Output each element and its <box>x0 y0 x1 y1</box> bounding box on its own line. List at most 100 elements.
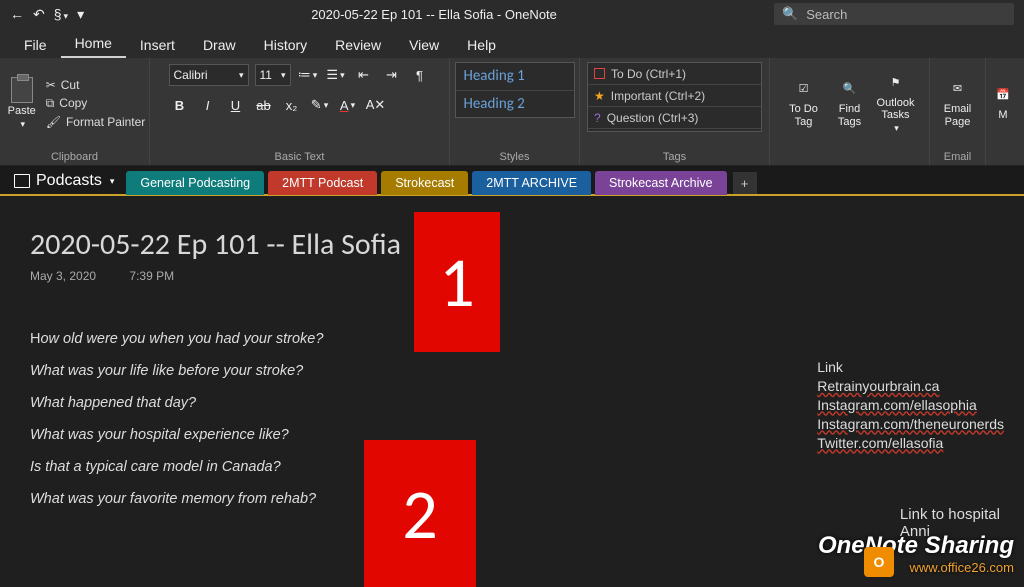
email-page-button[interactable]: ✉Email Page <box>935 62 981 144</box>
tag-todo[interactable]: To Do (Ctrl+1) <box>588 63 761 85</box>
paste-button[interactable]: Paste ▾ <box>4 62 40 144</box>
menu-file[interactable]: File <box>10 32 61 58</box>
outlook-tasks-button[interactable]: ⚑Outlook Tasks▾ <box>873 62 919 144</box>
title-bar: ← ↶ §▾ ▾ 2020-05-22 Ep 101 -- Ella Sofia… <box>0 0 1024 28</box>
group-basic-text: Calibri▾ 11▾ ≔▾ ☰▾ ⇤ ⇥ ¶ B I U ab x₂ ✎▾ … <box>150 58 450 165</box>
page-title[interactable]: 2020-05-22 Ep 101 -- Ella Sofia <box>30 226 994 263</box>
tab-strokecast-archive[interactable]: Strokecast Archive <box>595 171 727 195</box>
tag-question[interactable]: ?Question (Ctrl+3) <box>588 107 761 129</box>
group-label: Basic Text <box>275 151 325 163</box>
bold-button[interactable]: B <box>169 94 191 116</box>
notebook-icon <box>14 174 30 188</box>
indent-icon[interactable]: ⇥ <box>381 64 403 86</box>
question-line[interactable]: What was your favorite memory from rehab… <box>30 491 994 507</box>
watermark-url: www.office26.com <box>818 560 1014 575</box>
search-placeholder: Search <box>806 7 847 22</box>
style-heading1[interactable]: Heading 1 <box>456 63 574 90</box>
undo-icon[interactable]: ↶ <box>33 6 45 23</box>
annotation-overlay-1: 1 <box>414 212 500 352</box>
back-icon[interactable]: ← <box>10 6 24 22</box>
group-styles: Heading 1 Heading 2 Styles <box>450 58 580 165</box>
clear-format-button[interactable]: A✕ <box>365 94 387 116</box>
page-canvas[interactable]: 2020-05-22 Ep 101 -- Ella Sofia May 3, 2… <box>0 198 1024 587</box>
italic-button[interactable]: I <box>197 94 219 116</box>
calendar-icon: 📅 <box>992 84 1014 106</box>
tag-important[interactable]: ★Important (Ctrl+2) <box>588 85 761 107</box>
bullets-icon[interactable]: ≔▾ <box>297 64 319 86</box>
font-color-button[interactable]: A▾ <box>337 94 359 116</box>
meeting-button[interactable]: 📅M <box>988 62 1018 144</box>
find-tags-button[interactable]: 🔍Find Tags <box>827 62 873 144</box>
question-line[interactable]: How old were you when you had your strok… <box>30 331 994 347</box>
underline-button[interactable]: U <box>225 94 247 116</box>
question-line[interactable]: Is that a typical care model in Canada? <box>30 459 994 475</box>
font-size-select[interactable]: 11▾ <box>255 64 291 86</box>
link-item: Twitter.com/ellasofia <box>817 434 1004 453</box>
tags-gallery[interactable]: To Do (Ctrl+1) ★Important (Ctrl+2) ?Ques… <box>587 62 762 132</box>
strike-button[interactable]: ab <box>253 94 275 116</box>
chevron-down-icon: ▾ <box>110 176 115 187</box>
window-title: 2020-05-22 Ep 101 -- Ella Sofia - OneNot… <box>94 7 774 22</box>
link-item: Instagram.com/ellasophia <box>817 396 1004 415</box>
tab-2mtt-podcast[interactable]: 2MTT Podcast <box>268 171 377 195</box>
search-input[interactable]: 🔍 Search <box>774 3 1014 25</box>
find-icon: 🔍 <box>839 78 861 100</box>
link-heading: Link <box>817 358 1004 377</box>
paste-label: Paste <box>8 105 36 117</box>
flag-icon: ⚑ <box>885 72 907 94</box>
ribbon: Paste ▾ ✂Cut ⧉Copy 🖌Format Painter Clipb… <box>0 58 1024 166</box>
subscript-button[interactable]: x₂ <box>281 94 303 116</box>
menu-help[interactable]: Help <box>453 32 510 58</box>
annotation-overlay-2: 2 <box>364 440 476 587</box>
checkbox-icon: ☑ <box>793 78 815 100</box>
qat-more-icon[interactable]: ▾ <box>77 6 84 23</box>
styles-gallery[interactable]: Heading 1 Heading 2 <box>455 62 575 118</box>
envelope-icon: ✉ <box>947 78 969 100</box>
tab-strokecast[interactable]: Strokecast <box>381 171 468 195</box>
group-email: ✉Email Page Email <box>930 58 986 165</box>
group-tag-buttons: ☑To Do Tag 🔍Find Tags ⚑Outlook Tasks▾ <box>770 58 930 165</box>
checkbox-icon <box>594 68 605 79</box>
copy-button[interactable]: ⧉Copy <box>46 96 146 111</box>
chevron-down-icon: ▾ <box>20 119 25 130</box>
clipboard-icon <box>11 77 33 103</box>
font-name-select[interactable]: Calibri▾ <box>169 64 249 86</box>
tab-general-podcasting[interactable]: General Podcasting <box>126 171 264 195</box>
link-item: Retrainyourbrain.ca <box>817 377 1004 396</box>
link-item: Instagram.com/theneuronerds <box>817 415 1004 434</box>
section-tab-bar: Podcasts ▾ General Podcasting 2MTT Podca… <box>0 166 1024 196</box>
menu-review[interactable]: Review <box>321 32 395 58</box>
format-painter-button[interactable]: 🖌Format Painter <box>46 115 146 129</box>
add-section-button[interactable]: + <box>733 172 757 194</box>
group-clipboard: Paste ▾ ✂Cut ⧉Copy 🖌Format Painter Clipb… <box>0 58 150 165</box>
outdent-icon[interactable]: ⇤ <box>353 64 375 86</box>
paragraph-icon[interactable]: ¶ <box>409 64 431 86</box>
page-meta: May 3, 2020 7:39 PM <box>30 269 994 283</box>
page-time: 7:39 PM <box>129 269 174 283</box>
group-label: Email <box>944 151 972 163</box>
menu-history[interactable]: History <box>250 32 322 58</box>
group-label: Tags <box>663 151 686 163</box>
group-meeting: 📅M <box>986 58 1020 165</box>
watermark: O OneNote Sharing www.office26.com <box>818 532 1014 575</box>
numbering-icon[interactable]: ☰▾ <box>325 64 347 86</box>
menu-home[interactable]: Home <box>61 30 126 58</box>
style-heading2[interactable]: Heading 2 <box>456 90 574 118</box>
menu-draw[interactable]: Draw <box>189 32 250 58</box>
office-badge-icon: O <box>864 547 894 577</box>
link-block[interactable]: Link Retrainyourbrain.ca Instagram.com/e… <box>817 358 1004 452</box>
star-icon: ★ <box>594 89 605 103</box>
watermark-title: OneNote Sharing <box>818 532 1014 560</box>
copy-icon: ⧉ <box>46 96 55 111</box>
menu-view[interactable]: View <box>395 32 453 58</box>
cut-button[interactable]: ✂Cut <box>46 78 146 92</box>
group-label: Styles <box>500 151 530 163</box>
todo-tag-button[interactable]: ☑To Do Tag <box>781 62 827 144</box>
highlight-button[interactable]: ✎▾ <box>309 94 331 116</box>
menu-insert[interactable]: Insert <box>126 32 189 58</box>
search-icon: 🔍 <box>782 6 798 22</box>
page-date: May 3, 2020 <box>30 269 96 283</box>
tab-2mtt-archive[interactable]: 2MTT ARCHIVE <box>472 171 591 195</box>
notebook-selector[interactable]: Podcasts ▾ <box>6 172 122 194</box>
touch-icon[interactable]: §▾ <box>54 6 68 22</box>
